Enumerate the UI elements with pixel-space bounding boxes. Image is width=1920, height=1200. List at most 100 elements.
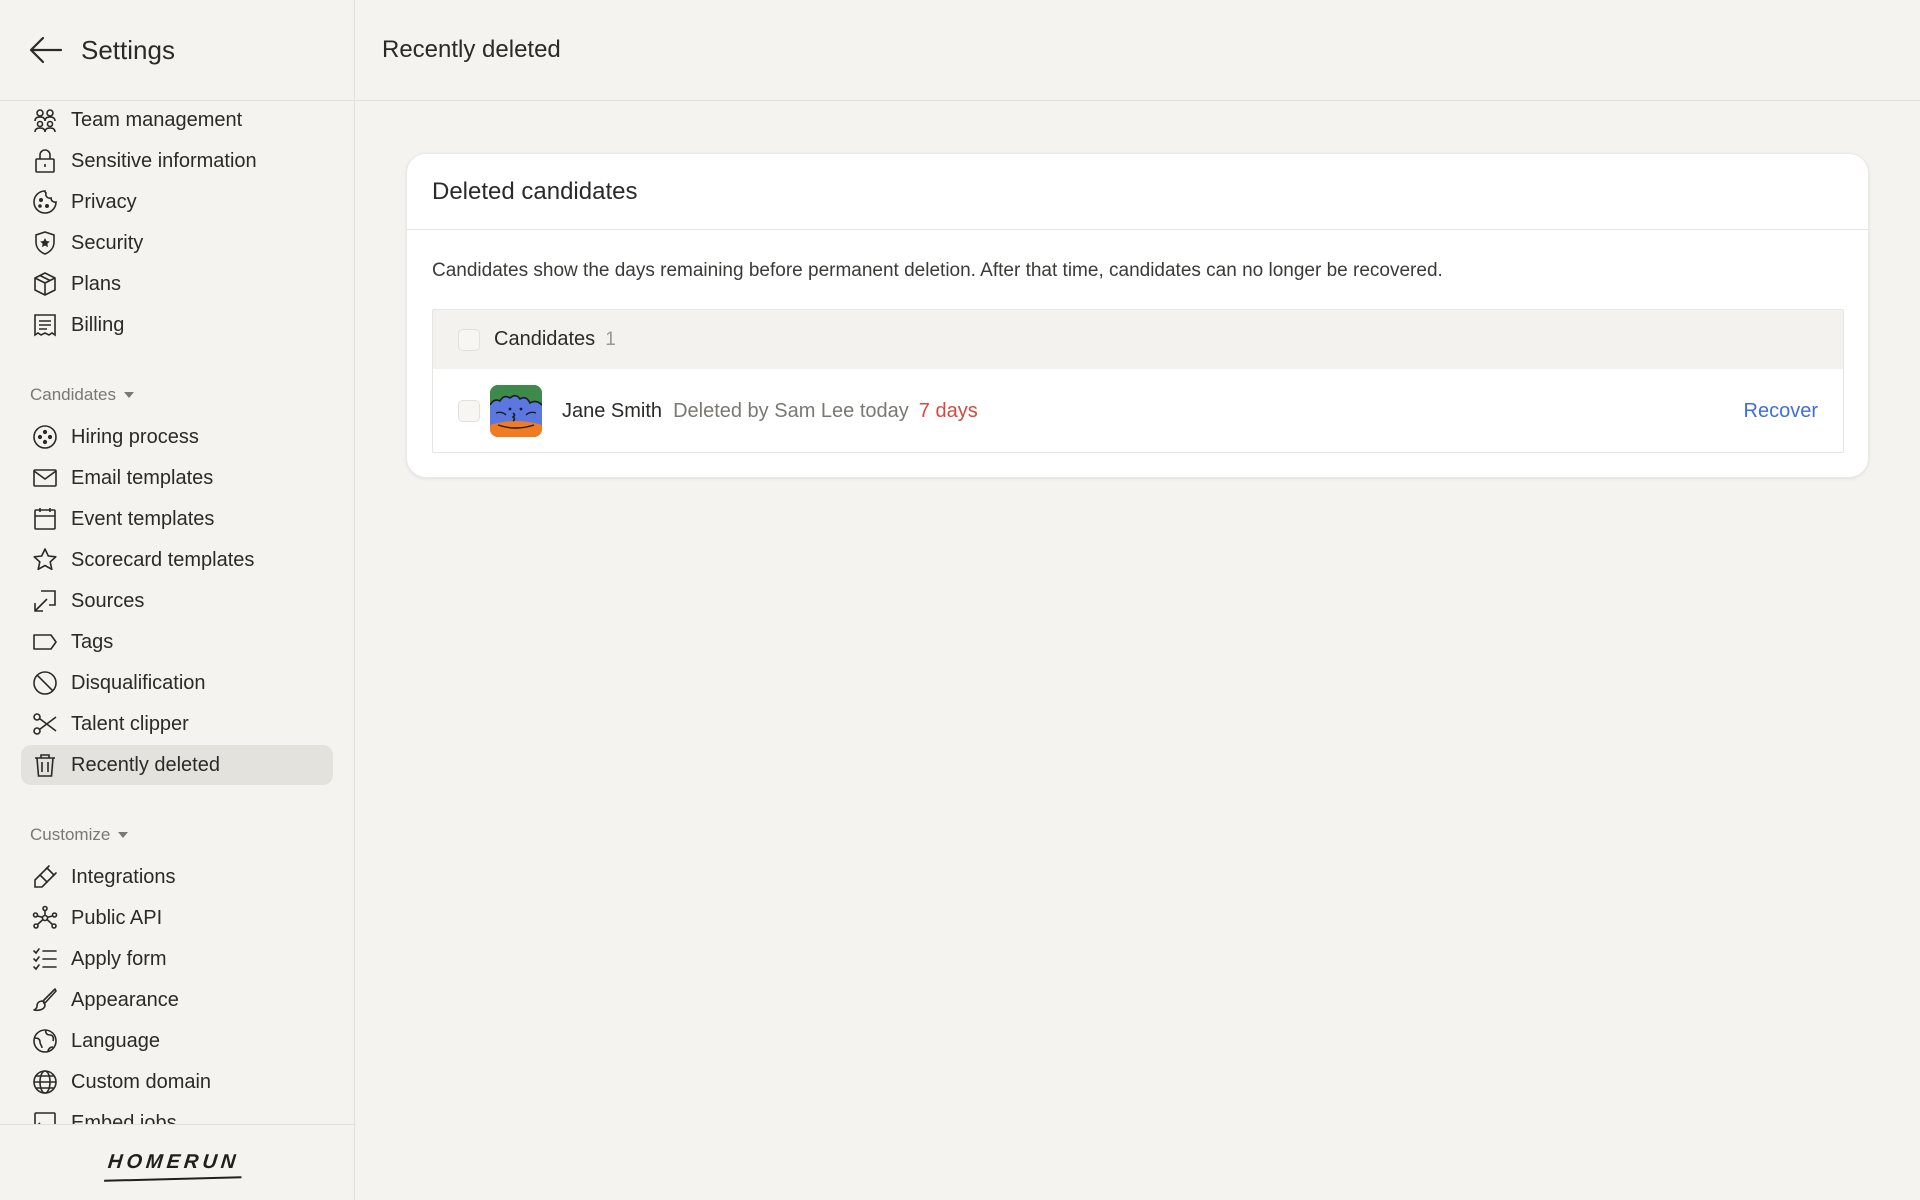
page-title: Recently deleted [382,36,561,63]
sidebar-title: Settings [81,34,175,65]
sidebar-item-label: Email templates [71,466,214,489]
logo-underline [104,1176,243,1182]
sidebar-item-label: Talent clipper [71,712,189,735]
sidebar-item-hiring-process[interactable]: Hiring process [21,417,333,457]
sidebar-item-billing[interactable]: Billing [21,305,333,345]
sidebar-item-custom-domain[interactable]: Custom domain [21,1062,333,1102]
ban-icon [31,669,59,697]
sidebar-item-label: Privacy [71,190,137,213]
cookie-icon [31,188,59,216]
arrow-left-icon [29,36,63,64]
sidebar-item-label: Event templates [71,507,215,530]
table-row[interactable]: Jane Smith Deleted by Sam Lee today 7 da… [433,369,1843,452]
sidebar-item-label: Billing [71,313,125,336]
card-description: Candidates show the days remaining befor… [432,260,1443,281]
row-checkbox[interactable] [458,400,480,422]
sidebar-item-label: Sources [71,589,145,612]
shield-icon [31,229,59,257]
star-icon [31,546,59,574]
sidebar-header: Settings [0,0,354,101]
sidebar-item-sensitive-information[interactable]: Sensitive information [21,141,333,181]
sidebar-item-label: Appearance [71,988,179,1011]
process-icon [31,423,59,451]
sidebar-item-public-api[interactable]: Public API [21,898,333,938]
sidebar-item-label: Sensitive information [71,149,257,172]
recover-button[interactable]: Recover [1744,400,1818,423]
sidebar-item-talent-clipper[interactable]: Talent clipper [21,704,333,744]
globe-icon [31,1068,59,1096]
sidebar-item-label: Custom domain [71,1070,212,1093]
sidebar-footer: HOMERUN [0,1124,354,1200]
page-header: Recently deleted [356,0,1920,101]
plug-icon [31,863,59,891]
sidebar-item-language[interactable]: Language [21,1021,333,1061]
sidebar-item-label: Language [71,1029,160,1052]
main-content: Recently deleted Deleted candidates Cand… [356,0,1920,1200]
sidebar-item-scorecard-templates[interactable]: Scorecard templates [21,540,333,580]
section-label: Customize [30,825,111,844]
candidate-count: 1 [605,328,616,350]
sidebar-item-disqualification[interactable]: Disqualification [21,663,333,703]
sidebar-item-apply-form[interactable]: Apply form [21,939,333,979]
column-title: Candidates [494,328,596,350]
settings-sidebar: Settings Team management Sensitive infor… [0,0,355,1200]
sidebar-item-security[interactable]: Security [21,223,333,263]
table-header: Candidates 1 [433,310,1843,369]
homerun-logo: HOMERUN [104,1151,243,1182]
calendar-icon [31,505,59,533]
sidebar-item-label: Embed jobs [71,1111,177,1125]
sidebar-item-sources[interactable]: Sources [21,581,333,621]
team-icon [31,106,59,134]
box-icon [31,270,59,298]
sidebar-item-plans[interactable]: Plans [21,264,333,304]
card-header: Deleted candidates [407,154,1868,230]
caret-down-icon [124,392,135,398]
api-icon [31,904,59,932]
sidebar-item-label: Disqualification [71,671,206,694]
section-toggle-candidates[interactable]: Candidates [30,383,135,407]
sidebar-item-event-templates[interactable]: Event templates [21,499,333,539]
mail-icon [31,464,59,492]
sidebar-item-label: Team management [71,108,243,131]
sidebar-item-integrations[interactable]: Integrations [21,857,333,897]
brush-icon [31,986,59,1014]
deleted-by-text: Deleted by Sam Lee today [673,399,909,422]
sidebar-item-label: Public API [71,906,163,929]
sidebar-item-label: Security [71,231,144,254]
sidebar-item-label: Tags [71,630,114,653]
card-title: Deleted candidates [432,177,638,205]
receipt-icon [31,311,59,339]
embed-icon [31,1109,59,1124]
section-label: Candidates [30,385,117,404]
select-all-checkbox[interactable] [458,328,480,351]
days-remaining: 7 days [918,399,978,422]
source-icon [31,587,59,615]
candidate-name[interactable]: Jane Smith [562,400,662,423]
sidebar-item-label: Integrations [71,865,176,888]
lock-icon [31,147,59,175]
sidebar-item-label: Apply form [71,947,167,970]
sidebar-item-team-management[interactable]: Team management [21,102,333,140]
deleted-candidates-card: Deleted candidates Candidates show the d… [406,153,1869,478]
sidebar-item-label: Hiring process [71,425,199,448]
sidebar-item-recently-deleted[interactable]: Recently deleted [21,745,333,785]
sidebar-item-email-templates[interactable]: Email templates [21,458,333,498]
avatar [490,385,542,437]
sidebar-item-label: Plans [71,272,122,295]
sidebar-item-privacy[interactable]: Privacy [21,182,333,222]
section-toggle-customize[interactable]: Customize [30,823,129,847]
checklist-icon [31,945,59,973]
sidebar-item-appearance[interactable]: Appearance [21,980,333,1020]
trash-icon [31,751,59,779]
candidates-table: Candidates 1 Jane Smith Deleted by Sam L… [432,309,1844,453]
caret-down-icon [118,832,129,838]
sidebar-item-embed-jobs[interactable]: Embed jobs [21,1103,333,1124]
logo-text: HOMERUN [107,1151,241,1173]
tag-icon [31,628,59,656]
scissors-icon [31,710,59,738]
sidebar-nav[interactable]: Team management Sensitive information Pr… [0,102,354,1124]
sidebar-item-label: Scorecard templates [71,548,255,571]
sidebar-item-tags[interactable]: Tags [21,622,333,662]
language-icon [31,1027,59,1055]
back-button[interactable] [28,32,64,68]
